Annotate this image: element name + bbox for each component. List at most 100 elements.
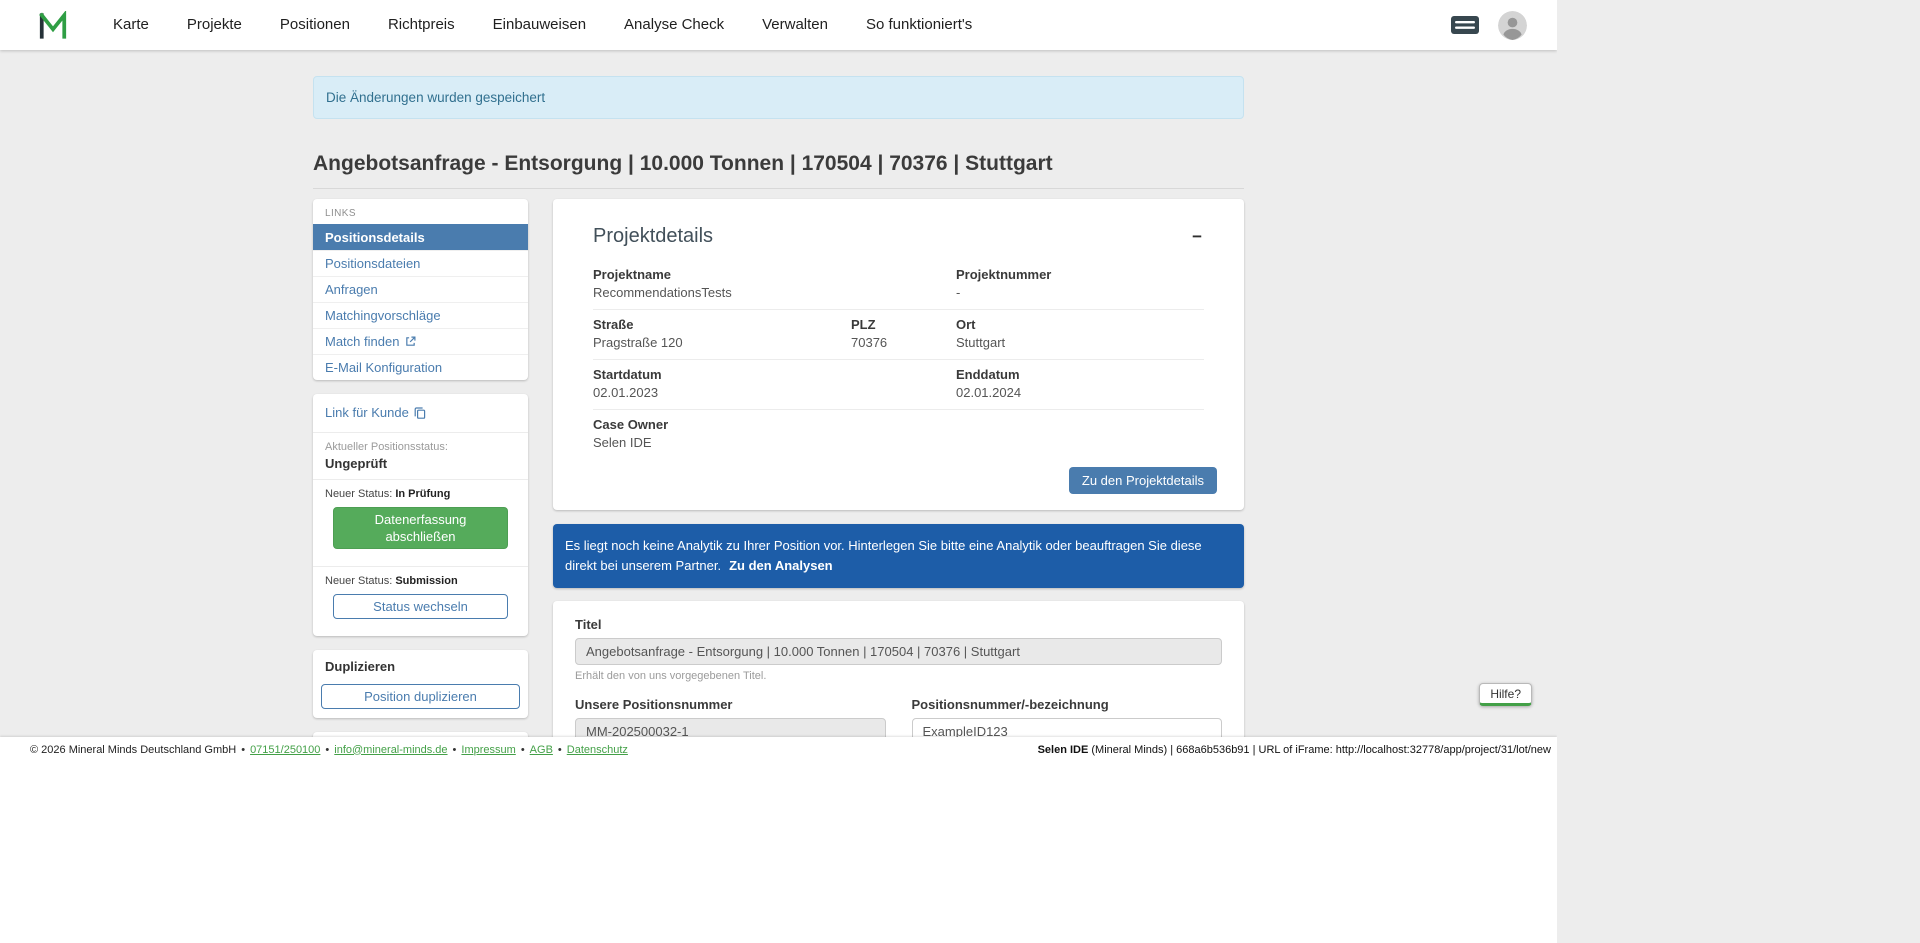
next-status-text: Neuer Status: Submission <box>325 575 516 587</box>
sidebar-item-matchingvorschlaege[interactable]: Matchingvorschläge <box>313 302 528 328</box>
project-row-1: Projektname RecommendationsTests Projekt… <box>593 260 1204 310</box>
sidebar-links-card: LINKS Positionsdetails Positionsdateien … <box>313 199 528 380</box>
go-to-analyses-link[interactable]: Zu den Analysen <box>729 558 833 573</box>
status-card: Link für Kunde Aktueller Positionsstatus… <box>313 394 528 636</box>
position-number-label: Positionsnummer/-bezeichnung <box>912 697 1223 712</box>
nav-right-controls <box>1450 11 1527 40</box>
project-row-3: Startdatum 02.01.2023 Enddatum 02.01.202… <box>593 360 1204 410</box>
session-user: Selen IDE <box>1038 744 1089 756</box>
sidebar-item-label: Match finden <box>325 334 399 349</box>
sidebar-item-label: Matchingvorschläge <box>325 308 441 323</box>
footer-session-info: Selen IDE (Mineral Minds) | 668a6b536b91… <box>1038 744 1551 756</box>
nav-item-karte[interactable]: Karte <box>94 0 168 50</box>
analytics-banner-text: Es liegt noch keine Analytik zu Ihrer Po… <box>565 538 1202 573</box>
field-projektname: Projektname RecommendationsTests <box>593 267 851 300</box>
project-details-card: Projektdetails − Projektname Recommendat… <box>553 199 1244 510</box>
footer-left: © 2026 Mineral Minds Deutschland GmbH 071… <box>30 744 628 756</box>
mineral-minds-logo[interactable] <box>38 11 68 40</box>
page-content: Die Änderungen wurden gespeichert Angebo… <box>313 76 1244 762</box>
separator-dot <box>320 744 334 756</box>
next-status-value: In Prüfung <box>395 488 450 500</box>
sidebar-item-label: Positionsdateien <box>325 256 420 271</box>
footer-link-agb[interactable]: AGB <box>530 744 553 756</box>
separator-dot <box>553 744 567 756</box>
links-header: LINKS <box>313 199 528 224</box>
duplicate-card: Duplizieren Position duplizieren <box>313 650 528 718</box>
nav-item-analyse-check[interactable]: Analyse Check <box>605 0 743 50</box>
copyright-text: © 2026 Mineral Minds Deutschland GmbH <box>30 744 236 756</box>
titel-helper: Erhält den von uns vorgegebenen Titel. <box>575 670 1222 682</box>
finish-data-entry-button[interactable]: Datenerfassung abschließen <box>333 507 508 549</box>
customer-link-row: Link für Kunde <box>313 394 528 432</box>
sidebar-item-anfragen[interactable]: Anfragen <box>313 276 528 302</box>
field-ort: Ort Stuttgart <box>956 317 1204 350</box>
next-status-group-1: Neuer Status: In Prüfung Datenerfassung … <box>313 479 528 566</box>
external-link-icon <box>405 336 416 347</box>
field-strasse: Straße Pragstraße 120 <box>593 317 851 350</box>
field-projektnummer: Projektnummer - <box>956 267 1204 300</box>
sidebar: LINKS Positionsdetails Positionsdateien … <box>313 199 528 762</box>
person-icon <box>1498 11 1527 40</box>
nav-item-projekte[interactable]: Projekte <box>168 0 261 50</box>
sidebar-item-match-finden[interactable]: Match finden <box>313 328 528 354</box>
analytics-banner: Es liegt noch keine Analytik zu Ihrer Po… <box>553 524 1244 588</box>
separator-dot <box>236 744 250 756</box>
switch-status-button[interactable]: Status wechseln <box>333 594 508 619</box>
titel-input <box>575 638 1222 665</box>
session-details: (Mineral Minds) | 668a6b536b91 | URL of … <box>1088 744 1551 756</box>
footer-link-email[interactable]: info@mineral-minds.de <box>334 744 447 756</box>
title-divider <box>313 188 1244 189</box>
footer: © 2026 Mineral Minds Deutschland GmbH 071… <box>0 737 1557 762</box>
sidebar-item-email-konfiguration[interactable]: E-Mail Konfiguration <box>313 354 528 380</box>
customer-link-label: Link für Kunde <box>325 405 409 420</box>
separator-dot <box>448 744 462 756</box>
field-enddatum: Enddatum 02.01.2024 <box>956 367 1204 400</box>
project-row-4: Case Owner Selen IDE <box>593 410 1204 459</box>
nav-item-verwalten[interactable]: Verwalten <box>743 0 847 50</box>
sidebar-item-positionsdetails[interactable]: Positionsdetails <box>313 224 528 250</box>
titel-label: Titel <box>575 617 1222 632</box>
separator-dot <box>516 744 530 756</box>
project-details-rows: Projektname RecommendationsTests Projekt… <box>553 260 1244 459</box>
sidebar-item-label: Anfragen <box>325 282 378 297</box>
current-status-group: Aktueller Positionsstatus: Ungeprüft <box>313 432 528 479</box>
outside-iframe-area <box>1557 0 1920 943</box>
project-row-2: Straße Pragstraße 120 PLZ 70376 Ort Stut… <box>593 310 1204 360</box>
footer-link-phone[interactable]: 07151/250100 <box>250 744 320 756</box>
account-avatar[interactable] <box>1498 11 1527 40</box>
sidebar-item-label: Positionsdetails <box>325 230 425 245</box>
nav-menu: Karte Projekte Positionen Richtpreis Ein… <box>94 0 991 50</box>
app-viewport: Karte Projekte Positionen Richtpreis Ein… <box>0 0 1557 762</box>
logo-mark-icon <box>38 11 68 40</box>
our-position-number-label: Unsere Positionsnummer <box>575 697 886 712</box>
next-status-text: Neuer Status: In Prüfung <box>325 488 516 500</box>
saved-alert-message: Die Änderungen wurden gespeichert <box>326 90 545 105</box>
current-status-label: Aktueller Positionsstatus: <box>325 441 516 453</box>
field-startdatum: Startdatum 02.01.2023 <box>593 367 851 400</box>
go-to-project-details-button[interactable]: Zu den Projektdetails <box>1069 467 1217 494</box>
duplicate-position-button[interactable]: Position duplizieren <box>321 684 520 709</box>
duplicate-title: Duplizieren <box>313 650 528 677</box>
main-layout: LINKS Positionsdetails Positionsdateien … <box>313 199 1244 762</box>
footer-link-datenschutz[interactable]: Datenschutz <box>567 744 628 756</box>
help-button[interactable]: Hilfe? <box>1479 683 1532 706</box>
nav-item-positionen[interactable]: Positionen <box>261 0 369 50</box>
saved-alert: Die Änderungen wurden gespeichert <box>313 76 1244 119</box>
nav-item-so-funktionierts[interactable]: So funktioniert's <box>847 0 991 50</box>
field-case-owner: Case Owner Selen IDE <box>593 417 851 450</box>
sidebar-item-label: E-Mail Konfiguration <box>325 360 442 375</box>
nav-item-richtpreis[interactable]: Richtpreis <box>369 0 474 50</box>
sidebar-item-positionsdateien[interactable]: Positionsdateien <box>313 250 528 276</box>
nav-item-einbauweisen[interactable]: Einbauweisen <box>474 0 605 50</box>
project-details-footer: Zu den Projektdetails <box>553 459 1244 510</box>
next-status-prefix: Neuer Status: <box>325 575 392 587</box>
project-details-header: Projektdetails − <box>553 199 1244 260</box>
footer-link-impressum[interactable]: Impressum <box>461 744 515 756</box>
customer-link[interactable]: Link für Kunde <box>325 405 426 420</box>
page-title: Angebotsanfrage - Entsorgung | 10.000 To… <box>313 152 1244 176</box>
collapse-icon[interactable]: − <box>1190 228 1204 245</box>
main-column: Projektdetails − Projektname Recommendat… <box>553 199 1244 762</box>
server-icon[interactable] <box>1450 15 1480 35</box>
project-details-title: Projektdetails <box>593 225 713 248</box>
copy-icon <box>414 407 426 419</box>
